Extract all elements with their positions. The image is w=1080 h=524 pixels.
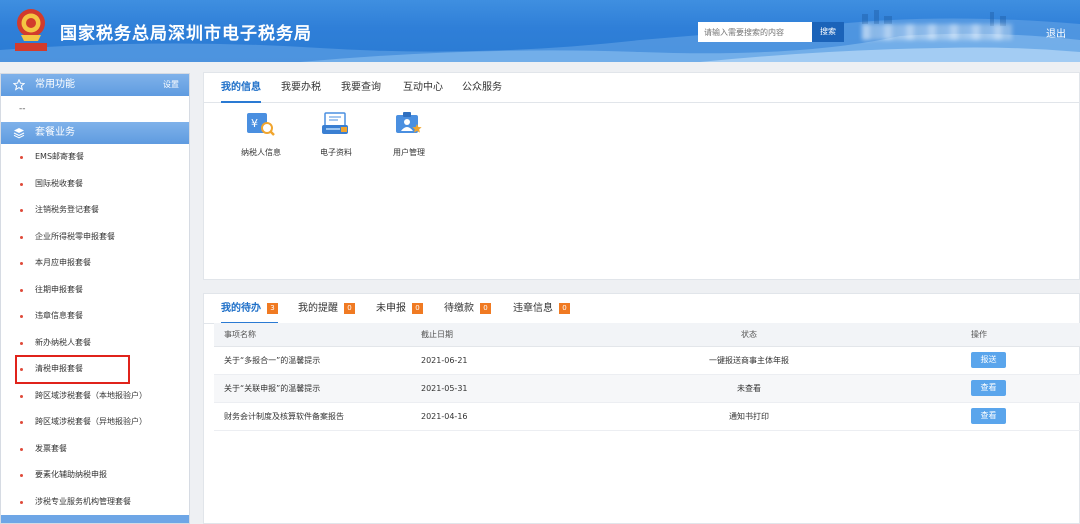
todo-deadline: 2021-06-21 bbox=[414, 346, 654, 375]
table-header-row: 事项名称 截止日期 状态 操作 bbox=[214, 323, 1080, 347]
tile-user-management[interactable]: 用户管理 bbox=[374, 111, 444, 158]
table-row: 关于“多报合一”的温馨提示 2021-06-21 一键报送商事主体年报 报送 bbox=[214, 346, 1080, 375]
sidebar-package-item[interactable]: 跨区域涉税套餐（异地报验户） bbox=[1, 409, 189, 436]
sidebar-package-item[interactable]: 企业所得税零申报套餐 bbox=[1, 224, 189, 251]
tax-emblem-logo bbox=[12, 6, 50, 52]
common-functions-header[interactable]: 常用功能 设置 bbox=[1, 74, 189, 96]
svg-text:¥: ¥ bbox=[251, 117, 258, 130]
top-tab[interactable]: 我的信息 bbox=[221, 73, 261, 103]
site-title: 国家税务总局深圳市电子税务局 bbox=[60, 24, 312, 44]
todo-action-button[interactable]: 查看 bbox=[971, 380, 1006, 396]
count-badge: 0 bbox=[480, 303, 491, 314]
column-header-name: 事项名称 bbox=[214, 323, 414, 347]
tile-taxpayer-info[interactable]: ¥ 纳税人信息 bbox=[226, 111, 296, 158]
todo-item-name: 关于“关联申报”的温馨提示 bbox=[214, 374, 414, 403]
todo-deadline: 2021-05-31 bbox=[414, 374, 654, 403]
count-badge: 3 bbox=[267, 303, 278, 314]
taxpayer-info-icon: ¥ bbox=[247, 113, 275, 136]
todo-tab-label: 我的待办 bbox=[221, 303, 261, 314]
sidebar-package-item[interactable]: 注销税务登记套餐 bbox=[1, 197, 189, 224]
todo-tab-label: 违章信息 bbox=[513, 303, 553, 314]
todo-status: 一键报送商事主体年报 bbox=[654, 346, 844, 375]
tile-label: 用户管理 bbox=[393, 148, 425, 157]
tile-label: 电子资料 bbox=[320, 148, 352, 157]
todo-tab-label: 待缴款 bbox=[444, 303, 474, 314]
sidebar-package-item[interactable]: EMS邮寄套餐 bbox=[1, 144, 189, 171]
todo-action-cell: 报送 bbox=[844, 346, 1080, 375]
top-tab[interactable]: 我要查询 bbox=[341, 73, 381, 103]
todo-table: 事项名称 截止日期 状态 操作 关于“多报合一”的温馨提示 2021-06-21 一… bbox=[214, 323, 1080, 431]
sidebar-package-item[interactable]: 新办纳税人套餐 bbox=[1, 330, 189, 357]
table-row: 财务会计制度及核算软件备案报告 2021-04-16 通知书打印 查看 bbox=[214, 402, 1080, 431]
my-info-panel: 我的信息 我要办税 我要查询 互动中心 公众服务 ¥ 纳税人信息 电子资料 用户管理 bbox=[203, 72, 1080, 280]
common-functions-empty: -- bbox=[19, 104, 26, 114]
tile-label: 纳税人信息 bbox=[241, 148, 281, 157]
column-header-status: 状态 bbox=[654, 323, 844, 347]
tile-electronic-data[interactable]: 电子资料 bbox=[301, 111, 371, 158]
todo-tab[interactable]: 未申报 0 bbox=[376, 294, 423, 324]
column-header-action: 操作 bbox=[844, 323, 1080, 347]
column-header-deadline: 截止日期 bbox=[414, 323, 654, 347]
top-tab[interactable]: 我要办税 bbox=[281, 73, 321, 103]
package-services-label: 套餐业务 bbox=[35, 127, 75, 138]
todo-tab[interactable]: 待缴款 0 bbox=[444, 294, 491, 324]
todo-deadline: 2021-04-16 bbox=[414, 402, 654, 431]
layers-icon bbox=[13, 128, 25, 139]
sidebar-package-item[interactable]: 往期申报套餐 bbox=[1, 277, 189, 304]
top-tab-bar: 我的信息 我要办税 我要查询 互动中心 公众服务 bbox=[204, 73, 1079, 103]
todo-action-cell: 查看 bbox=[844, 374, 1080, 403]
count-badge: 0 bbox=[412, 303, 423, 314]
sidebar: 常用功能 设置 -- 套餐业务 EMS邮寄套餐 国际税收套餐 注销税务登记套餐 企业所… bbox=[0, 73, 190, 524]
todo-status: 通知书打印 bbox=[654, 402, 844, 431]
search-input[interactable] bbox=[698, 22, 812, 42]
highlight-annotation-box bbox=[15, 355, 130, 384]
todo-action-button[interactable]: 查看 bbox=[971, 408, 1006, 424]
sidebar-package-item[interactable]: 国际税收套餐 bbox=[1, 171, 189, 198]
todo-tab[interactable]: 我的提醒 0 bbox=[298, 294, 355, 324]
todo-action-button[interactable]: 报送 bbox=[971, 352, 1006, 368]
todo-action-cell: 查看 bbox=[844, 402, 1080, 431]
sidebar-package-item[interactable]: 发票套餐 bbox=[1, 436, 189, 463]
todo-tab[interactable]: 我的待办 3 bbox=[221, 294, 278, 324]
user-name-blurred bbox=[862, 24, 1012, 40]
sidebar-package-item[interactable]: 本月应申报套餐 bbox=[1, 250, 189, 277]
sidebar-package-item[interactable]: 违章信息套餐 bbox=[1, 303, 189, 330]
search-button[interactable]: 搜索 bbox=[812, 22, 844, 42]
todo-tab-label: 未申报 bbox=[376, 303, 406, 314]
todo-tab[interactable]: 违章信息 0 bbox=[513, 294, 570, 324]
sidebar-package-item[interactable]: 涉税专业服务机构管理套餐 bbox=[1, 489, 189, 516]
package-list: EMS邮寄套餐 国际税收套餐 注销税务登记套餐 企业所得税零申报套餐 本月应申报套餐 往期… bbox=[1, 144, 189, 515]
star-icon bbox=[13, 79, 25, 91]
count-badge: 0 bbox=[344, 303, 355, 314]
todo-status: 未查看 bbox=[654, 374, 844, 403]
todo-item-name: 关于“多报合一”的温馨提示 bbox=[214, 346, 414, 375]
sidebar-next-section-header[interactable] bbox=[1, 515, 189, 523]
electronic-data-icon bbox=[322, 112, 348, 134]
table-row: 关于“关联申报”的温馨提示 2021-05-31 未查看 查看 bbox=[214, 374, 1080, 403]
todo-item-name: 财务会计制度及核算软件备案报告 bbox=[214, 402, 414, 431]
user-management-icon bbox=[396, 112, 422, 133]
package-services-header[interactable]: 套餐业务 bbox=[1, 122, 189, 144]
top-banner: 国家税务总局深圳市电子税务局 搜索 退出 bbox=[0, 0, 1080, 62]
top-tab[interactable]: 互动中心 bbox=[403, 73, 443, 103]
todo-panel: 我的待办 3 我的提醒 0 未申报 0 待缴款 0 违章信息 0 事项名称 截止日期 状态 操作 … bbox=[203, 293, 1080, 524]
common-functions-label: 常用功能 bbox=[35, 79, 75, 90]
settings-link[interactable]: 设置 bbox=[163, 74, 179, 96]
top-tab[interactable]: 公众服务 bbox=[462, 73, 502, 103]
sidebar-package-item[interactable]: 要素化辅助纳税申报 bbox=[1, 462, 189, 489]
todo-tab-bar: 我的待办 3 我的提醒 0 未申报 0 待缴款 0 违章信息 0 bbox=[204, 294, 1079, 324]
count-badge: 0 bbox=[559, 303, 570, 314]
todo-tab-label: 我的提醒 bbox=[298, 303, 338, 314]
sidebar-package-item[interactable]: 跨区域涉税套餐（本地报验户） bbox=[1, 383, 189, 410]
logout-link[interactable]: 退出 bbox=[1046, 25, 1066, 40]
